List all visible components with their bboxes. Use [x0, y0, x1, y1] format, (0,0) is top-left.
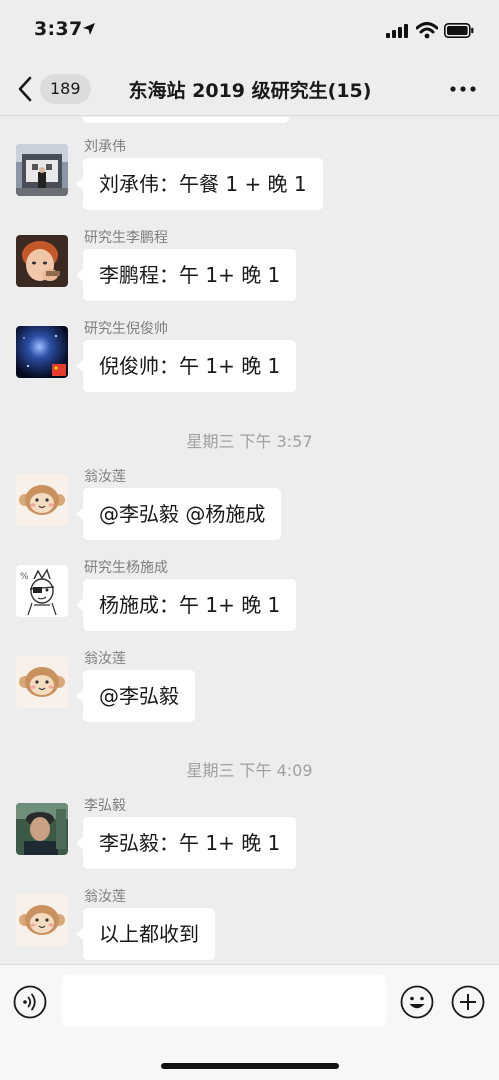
monkey-avatar[interactable]: [16, 474, 68, 526]
red-hair-boy-avatar[interactable]: [16, 235, 68, 287]
message-bubble[interactable]: 李弘毅：午 1+ 晚 1: [75, 817, 297, 869]
message-bubble[interactable]: 杨施成：午 1+ 晚 1: [75, 579, 297, 631]
sender-name: 研究生杨施成: [84, 560, 168, 576]
sender-name: 刘承伟: [84, 139, 126, 155]
chat-title: 东海站 2019 级研究生(15): [128, 80, 372, 102]
sender-name: 翁汝莲: [84, 889, 126, 905]
sender-name: 研究生李鹏程: [84, 230, 168, 246]
unread-count-badge: 189: [40, 74, 91, 104]
location-arrow-icon: [83, 23, 95, 35]
chevron-left-icon: [18, 76, 32, 102]
monkey-avatar[interactable]: [16, 894, 68, 946]
galaxy-avatar[interactable]: [16, 326, 68, 378]
more-functions-button[interactable]: [451, 985, 485, 1019]
message-list[interactable]: 刘承伟 刘承伟：午餐 1 + 晚 1 研究生李鹏程 李鹏程：午 1+ 晚 1 研…: [0, 117, 499, 964]
monkey-avatar[interactable]: [16, 656, 68, 708]
home-indicator: [161, 1063, 339, 1069]
message-input[interactable]: [62, 975, 386, 1027]
svg-text:%: %: [20, 572, 29, 582]
message-bubble[interactable]: @李弘毅 @杨施成: [75, 488, 282, 540]
cellular-signal-icon: [386, 24, 408, 38]
message-bubble[interactable]: 刘承伟：午餐 1 + 晚 1: [76, 158, 323, 210]
chat-header: 189 东海站 2019 级研究生(15): [0, 62, 499, 116]
sender-name: 李弘毅: [84, 798, 126, 814]
battery-icon: [444, 23, 474, 38]
photo-person-avatar[interactable]: [16, 803, 68, 855]
message-timestamp: 星期三 下午 4:09: [186, 761, 313, 780]
status-time: 3:37: [34, 18, 83, 40]
sender-name: 翁汝莲: [84, 651, 126, 667]
message-input-bar: [0, 964, 499, 1080]
message-timestamp: 星期三 下午 3:57: [186, 432, 313, 451]
message-bubble[interactable]: @李弘毅: [76, 670, 195, 722]
sender-name: 翁汝莲: [84, 469, 126, 485]
status-bar: 3:37: [0, 0, 499, 62]
sketch-character-avatar[interactable]: %: [16, 565, 68, 617]
message-bubble[interactable]: 李鹏程：午 1+ 晚 1: [75, 249, 297, 301]
back-button[interactable]: 189: [16, 74, 96, 104]
street-photo-avatar[interactable]: [16, 144, 68, 196]
message-bubble[interactable]: 以上都收到: [76, 908, 215, 960]
message-bubble-partial[interactable]: [83, 117, 289, 123]
emoji-button[interactable]: [400, 985, 434, 1019]
sender-name: 研究生倪俊帅: [84, 321, 168, 337]
voice-input-button[interactable]: [13, 985, 47, 1019]
wifi-icon: [416, 22, 438, 39]
more-options-button[interactable]: [448, 78, 478, 100]
message-bubble[interactable]: 倪俊帅：午 1+ 晚 1: [75, 340, 297, 392]
